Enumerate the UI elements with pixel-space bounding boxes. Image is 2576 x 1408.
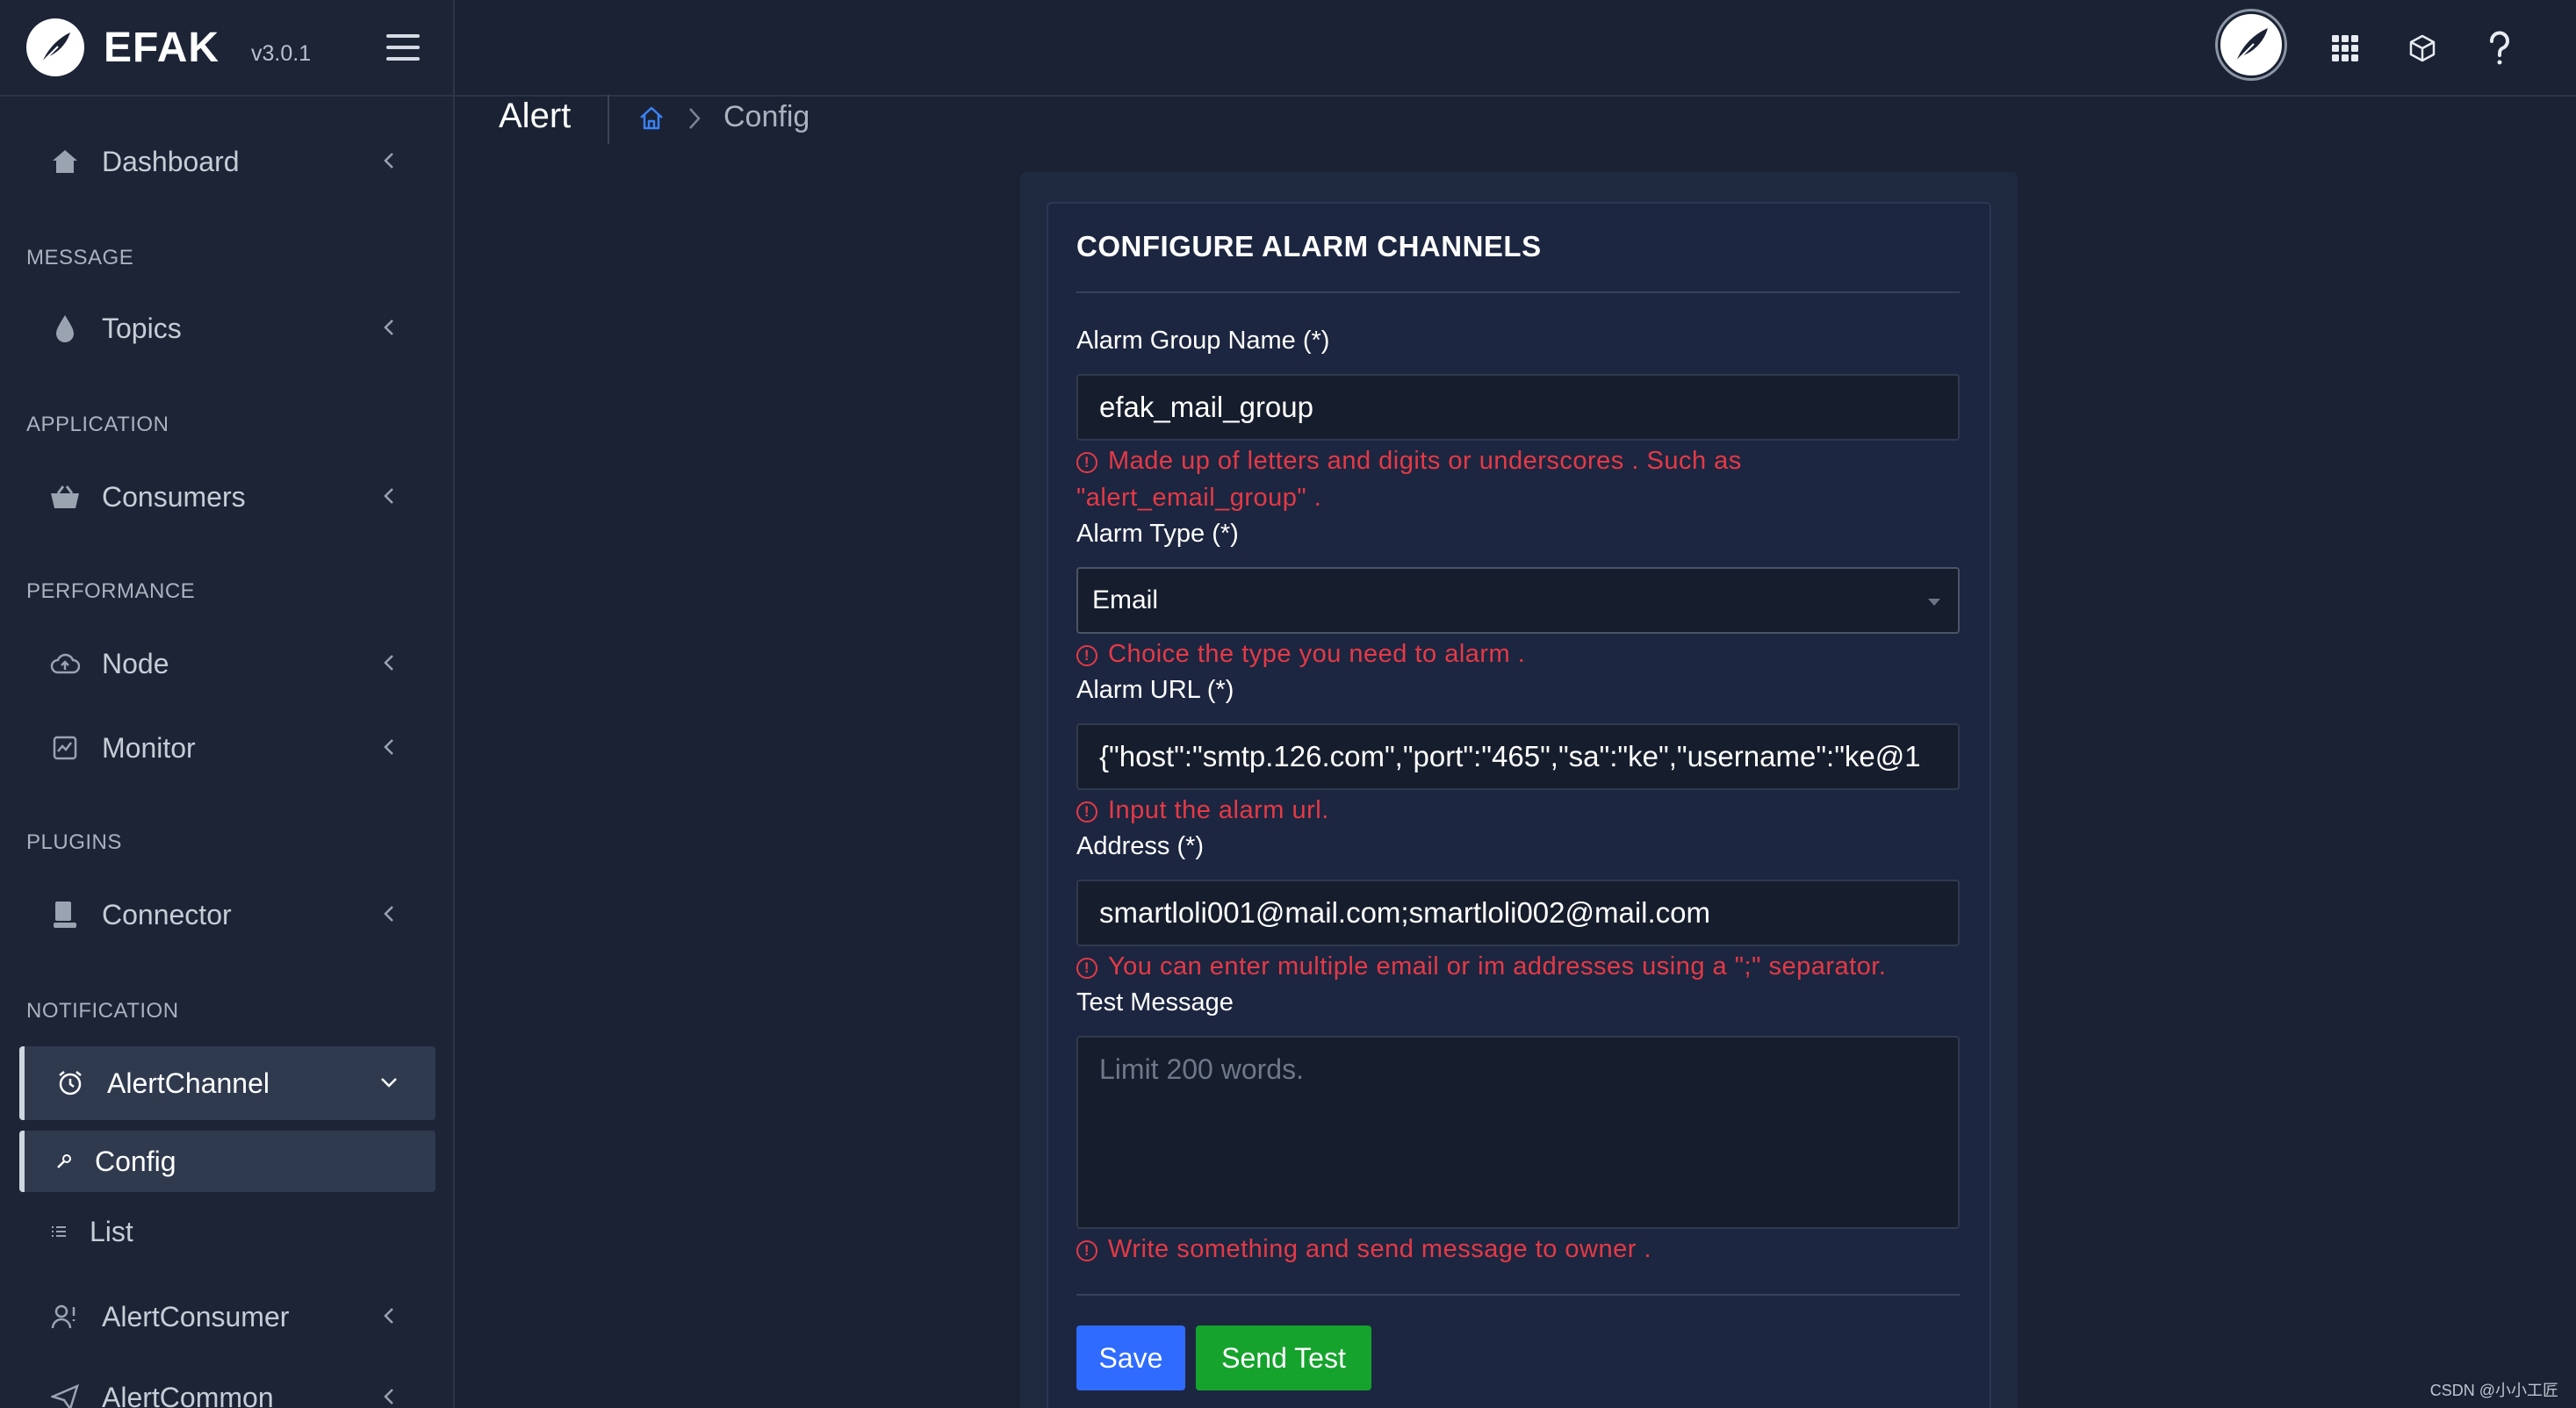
basket-icon xyxy=(49,481,81,513)
address-hint: ! You can enter multiple email or im addr… xyxy=(1076,948,1886,985)
page-title: Alert xyxy=(499,97,572,135)
group-name-label: Alarm Group Name (*) xyxy=(1076,327,1330,355)
sidebar-item-dashboard[interactable]: Dashboard xyxy=(19,125,435,198)
section-application: APPLICATION xyxy=(26,413,169,436)
section-plugins: PLUGINS xyxy=(26,830,122,854)
sidebar-item-label: Dashboard xyxy=(102,145,240,177)
info-icon: ! xyxy=(1076,645,1097,666)
alarm-type-label: Alarm Type (*) xyxy=(1076,520,1239,548)
breadcrumb-divider xyxy=(608,95,609,144)
alarm-type-value: Email xyxy=(1092,585,1159,614)
cube-icon[interactable] xyxy=(2399,25,2446,72)
alarm-url-label: Alarm URL (*) xyxy=(1076,676,1234,704)
chevron-left-icon xyxy=(384,1389,393,1404)
wrench-icon xyxy=(54,1152,74,1171)
feather-logo-icon xyxy=(26,18,84,76)
sidebar-item-label: AlertChannel xyxy=(107,1067,270,1099)
sidebar-item-label: Connector xyxy=(102,898,232,930)
chevron-down-icon xyxy=(381,1078,397,1088)
sidebar-subitem-label: List xyxy=(90,1215,133,1247)
sidebar-subitem-label: Config xyxy=(95,1145,176,1177)
alarm-type-hint: ! Choice the type you need to alarm . xyxy=(1076,636,1525,672)
sidebar-item-label: AlertConsumer xyxy=(102,1300,290,1333)
home-icon xyxy=(49,146,81,177)
home-icon[interactable] xyxy=(637,104,666,138)
sidebar-item-node[interactable]: Node xyxy=(19,627,435,700)
avatar[interactable] xyxy=(2218,11,2285,78)
sidebar-item-alert-consumer[interactable]: AlertConsumer xyxy=(19,1280,435,1354)
divider xyxy=(1076,291,1960,293)
hamburger-icon[interactable] xyxy=(386,34,420,61)
connector-icon xyxy=(49,899,81,930)
sidebar-item-label: AlertCommon xyxy=(102,1381,274,1408)
group-name-input[interactable]: efak_mail_group xyxy=(1076,374,1960,441)
apps-grid-icon[interactable] xyxy=(2321,25,2369,72)
brand-version: v3.0.1 xyxy=(251,40,312,66)
droplet-icon xyxy=(49,312,81,344)
chevron-right-icon xyxy=(685,104,704,138)
brand-name: EFAK xyxy=(104,24,220,71)
sidebar-item-label: Topics xyxy=(102,312,182,344)
address-input[interactable]: smartloli001@mail.com;smartloli002@mail.… xyxy=(1076,880,1960,946)
section-performance: PERFORMANCE xyxy=(26,579,196,603)
chevron-left-icon xyxy=(384,906,393,922)
cloud-upload-icon xyxy=(49,648,81,679)
sidebar-item-alert-common[interactable]: AlertCommon xyxy=(19,1361,435,1408)
section-notification: NOTIFICATION xyxy=(26,999,179,1023)
section-message: MESSAGE xyxy=(26,246,134,269)
sidebar-item-alert-channel[interactable]: AlertChannel xyxy=(19,1046,435,1120)
test-message-textarea[interactable]: Limit 200 words. xyxy=(1076,1036,1960,1229)
sidebar-subitem-list[interactable]: List xyxy=(19,1201,435,1262)
list-icon xyxy=(49,1222,68,1241)
info-icon: ! xyxy=(1076,452,1097,473)
chart-icon xyxy=(49,732,81,764)
chevron-left-icon xyxy=(384,739,393,755)
brand: EFAK v3.0.1 xyxy=(0,0,453,97)
info-icon: ! xyxy=(1076,1240,1097,1261)
chevron-left-icon xyxy=(384,153,393,169)
caret-down-icon xyxy=(1928,599,1940,606)
alarm-clock-icon xyxy=(54,1067,86,1099)
help-icon[interactable] xyxy=(2476,25,2523,72)
sidebar-item-monitor[interactable]: Monitor xyxy=(19,711,435,785)
divider xyxy=(1076,1294,1960,1296)
test-message-hint: ! Write something and send message to own… xyxy=(1076,1231,1651,1268)
sidebar-subitem-config[interactable]: Config xyxy=(19,1131,435,1192)
alarm-url-input[interactable]: {"host":"smtp.126.com","port":"465","sa"… xyxy=(1076,723,1960,790)
info-icon: ! xyxy=(1076,801,1097,823)
watermark: CSDN @小小工匠 xyxy=(2429,1382,2558,1399)
chevron-left-icon xyxy=(384,1308,393,1324)
address-label: Address (*) xyxy=(1076,832,1205,860)
sidebar-item-topics[interactable]: Topics xyxy=(19,291,435,365)
card-title: CONFIGURE ALARM CHANNELS xyxy=(1076,230,1542,262)
send-icon xyxy=(49,1382,81,1408)
save-button[interactable]: Save xyxy=(1076,1325,1185,1390)
chevron-left-icon xyxy=(384,488,393,504)
chevron-left-icon xyxy=(384,655,393,671)
info-icon: ! xyxy=(1076,958,1097,979)
sidebar-item-label: Consumers xyxy=(102,480,246,513)
alarm-type-select[interactable]: Email xyxy=(1076,567,1960,634)
test-message-label: Test Message xyxy=(1076,988,1234,1016)
send-test-button[interactable]: Send Test xyxy=(1196,1325,1371,1390)
group-name-hint: ! Made up of letters and digits or unders… xyxy=(1076,447,1742,512)
breadcrumb-current: Config xyxy=(723,100,810,133)
sidebar-item-label: Monitor xyxy=(102,731,196,764)
sidebar-item-label: Node xyxy=(102,647,169,679)
sidebar-item-connector[interactable]: Connector xyxy=(19,878,435,952)
alarm-url-hint: ! Input the alarm url. xyxy=(1076,792,1329,829)
chevron-left-icon xyxy=(384,320,393,335)
user-alert-icon xyxy=(49,1301,81,1333)
sidebar: EFAK v3.0.1 Dashboard MESSAGE Topics APP… xyxy=(0,0,455,1408)
sidebar-item-consumers[interactable]: Consumers xyxy=(19,460,435,534)
